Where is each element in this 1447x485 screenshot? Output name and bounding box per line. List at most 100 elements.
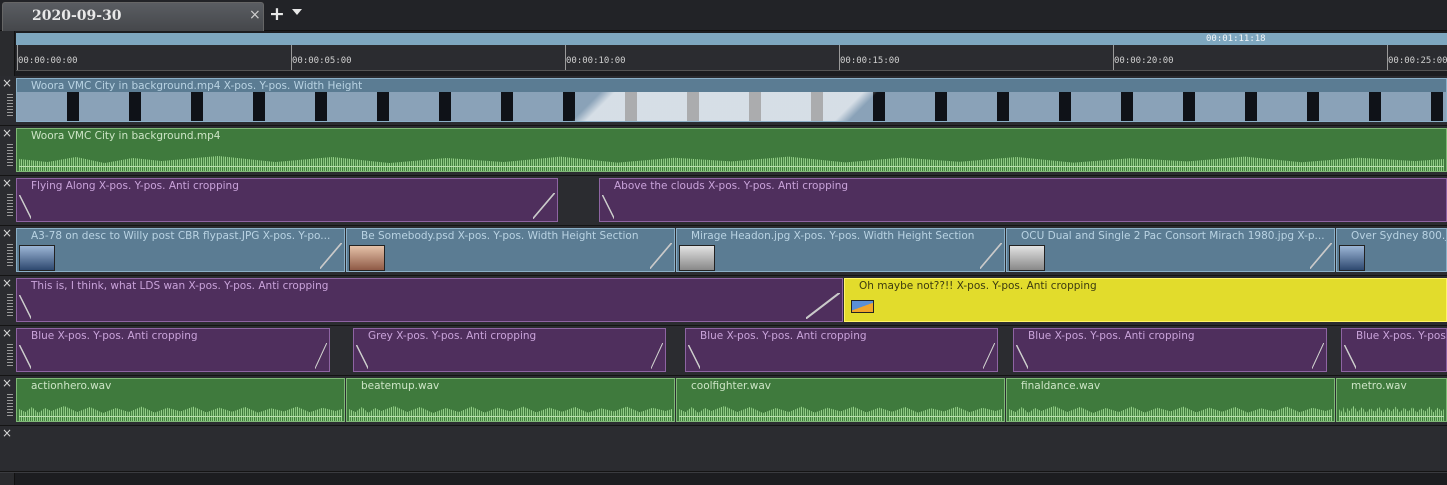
audio-clip[interactable]: Woora VMC City in background.mp4 (16, 128, 1447, 172)
time-ruler[interactable]: 00:00:00:00 00:00:05:00 00:00:10:00 00:0… (16, 45, 1447, 71)
image-clip[interactable]: Be Somebody.psd X-pos. Y-pos. Width Heig… (346, 228, 675, 272)
track-2: × Woora VMC City in background.mp4 (0, 126, 1447, 176)
waveform (679, 406, 1002, 421)
ruler-tick-label: 00:00:20:00 (1114, 56, 1174, 66)
range-bar[interactable]: 00:01:11:18 (16, 33, 1447, 45)
close-icon[interactable]: × (2, 127, 12, 139)
track-5: × This is, I think, what LDS wan X-pos. … (0, 276, 1447, 326)
fade-out-handle[interactable] (806, 293, 840, 319)
fade-out-handle[interactable] (1310, 243, 1332, 269)
clip-title: Grey X-pos. Y-pos. Anti cropping (368, 330, 537, 342)
clip-title: OCU Dual and Single 2 Pac Consort Mirach… (1021, 230, 1325, 242)
track-7: × actionhero.wav beatemup.wav coolfighte… (0, 376, 1447, 426)
image-clip[interactable]: A3-78 on desc to Willy post CBR flypast.… (16, 228, 345, 272)
title-clip[interactable]: Blue X-pos. Y-pos. Anti cropping (16, 328, 330, 372)
image-clip[interactable]: Over Sydney 800.jp (1336, 228, 1447, 272)
grip-icon[interactable] (7, 194, 13, 216)
fade-in-handle[interactable] (1344, 345, 1356, 369)
close-icon[interactable]: × (2, 377, 12, 389)
ruler-tick-label: 00:00:05:00 (292, 56, 352, 66)
fade-out-handle[interactable] (320, 243, 342, 269)
grip-icon[interactable] (7, 294, 13, 316)
image-clip[interactable]: OCU Dual and Single 2 Pac Consort Mirach… (1006, 228, 1335, 272)
title-clip[interactable]: Above the clouds X-pos. Y-pos. Anti crop… (599, 178, 1447, 222)
close-icon[interactable]: × (2, 77, 12, 89)
ruler-tick-label: 00:00:00:00 (18, 56, 78, 66)
clip-title: Mirage Headon.jpg X-pos. Y-pos. Width He… (691, 230, 975, 242)
thumbnail-strip (17, 92, 1446, 121)
fade-out-handle[interactable] (1312, 343, 1324, 369)
clip-thumbnail (1339, 245, 1365, 271)
ruler-tick-label: 00:00:15:00 (840, 56, 900, 66)
grip-icon[interactable] (7, 394, 13, 416)
clip-thumbnail (349, 245, 385, 271)
volume-line[interactable] (19, 416, 342, 417)
close-icon[interactable]: × (2, 277, 12, 289)
clip-title: Blue X-pos. Y-pos. Anti cropping (1356, 330, 1447, 342)
close-icon[interactable]: × (2, 227, 12, 239)
audio-clip[interactable]: coolfighter.wav (676, 378, 1005, 422)
fade-out-handle[interactable] (983, 343, 995, 369)
audio-clip[interactable]: finaldance.wav (1006, 378, 1335, 422)
title-clip[interactable]: Blue X-pos. Y-pos. Anti cropping (1341, 328, 1447, 372)
audio-clip[interactable]: metro.wav (1336, 378, 1447, 422)
range-duration: 00:01:11:18 (1206, 34, 1266, 44)
close-icon[interactable]: × (2, 327, 12, 339)
fade-out-handle[interactable] (533, 193, 555, 219)
track-3: × Flying Along X-pos. Y-pos. Anti croppi… (0, 176, 1447, 226)
chevron-down-icon[interactable] (292, 9, 302, 15)
grip-icon[interactable] (7, 344, 13, 366)
fade-in-handle[interactable] (688, 345, 700, 369)
volume-line[interactable] (1009, 416, 1332, 417)
title-clip[interactable]: This is, I think, what LDS wan X-pos. Y-… (16, 278, 843, 322)
volume-line[interactable] (19, 166, 1444, 167)
volume-line[interactable] (1339, 416, 1444, 417)
title-clip[interactable]: Flying Along X-pos. Y-pos. Anti cropping (16, 178, 558, 222)
waveform (19, 406, 342, 421)
grip-icon[interactable] (7, 244, 13, 266)
audio-clip[interactable]: actionhero.wav (16, 378, 345, 422)
fade-out-handle[interactable] (315, 343, 327, 369)
close-icon[interactable]: × (2, 177, 12, 189)
fade-in-handle[interactable] (1016, 345, 1028, 369)
clip-title: A3-78 on desc to Willy post CBR flypast.… (31, 230, 331, 242)
clip-title: Woora VMC City in background.mp4 X-pos. … (31, 80, 363, 92)
image-clip[interactable]: Mirage Headon.jpg X-pos. Y-pos. Width He… (676, 228, 1005, 272)
fade-in-handle[interactable] (602, 195, 614, 219)
clip-title: Be Somebody.psd X-pos. Y-pos. Width Heig… (361, 230, 639, 242)
clip-title: Blue X-pos. Y-pos. Anti cropping (31, 330, 198, 342)
volume-line[interactable] (679, 416, 1002, 417)
fade-in-handle[interactable] (19, 195, 31, 219)
clip-title: finaldance.wav (1021, 380, 1101, 392)
add-tab-icon[interactable]: + (269, 3, 285, 25)
title-clip[interactable]: Grey X-pos. Y-pos. Anti cropping (353, 328, 666, 372)
track-8-empty[interactable]: × (0, 426, 1447, 472)
waveform (1339, 406, 1444, 421)
audio-clip[interactable]: beatemup.wav (346, 378, 675, 422)
close-icon[interactable]: × (249, 7, 261, 23)
waveform (1009, 406, 1332, 421)
clip-title: Over Sydney 800.jp (1351, 230, 1447, 242)
close-icon[interactable]: × (2, 427, 12, 439)
grip-icon[interactable] (7, 144, 13, 166)
ruler-tick-label: 00:00:25:00 (1388, 56, 1447, 66)
fade-out-handle[interactable] (980, 243, 1002, 269)
title-clip[interactable]: Blue X-pos. Y-pos. Anti cropping (1013, 328, 1327, 372)
fade-in-handle[interactable] (19, 345, 31, 369)
fade-out-handle[interactable] (651, 343, 663, 369)
fade-in-handle[interactable] (19, 295, 31, 319)
video-clip[interactable]: Woora VMC City in background.mp4 X-pos. … (16, 78, 1447, 122)
title-clip-selected[interactable]: Oh maybe not??!! X-pos. Y-pos. Anti crop… (844, 278, 1447, 322)
volume-line[interactable] (349, 416, 672, 417)
clip-thumbnail (679, 245, 715, 271)
grip-icon[interactable] (7, 94, 13, 116)
clip-title: Woora VMC City in background.mp4 (31, 130, 221, 142)
track-6: × Blue X-pos. Y-pos. Anti cropping Grey … (0, 326, 1447, 376)
tab-bar: 2020-09-30 × + (0, 0, 1447, 31)
fade-out-handle[interactable] (650, 243, 672, 269)
tab-project[interactable]: 2020-09-30 × (2, 2, 264, 31)
clip-title: metro.wav (1351, 380, 1407, 392)
clip-title: beatemup.wav (361, 380, 440, 392)
title-clip[interactable]: Blue X-pos. Y-pos. Anti cropping (685, 328, 998, 372)
fade-in-handle[interactable] (356, 345, 368, 369)
